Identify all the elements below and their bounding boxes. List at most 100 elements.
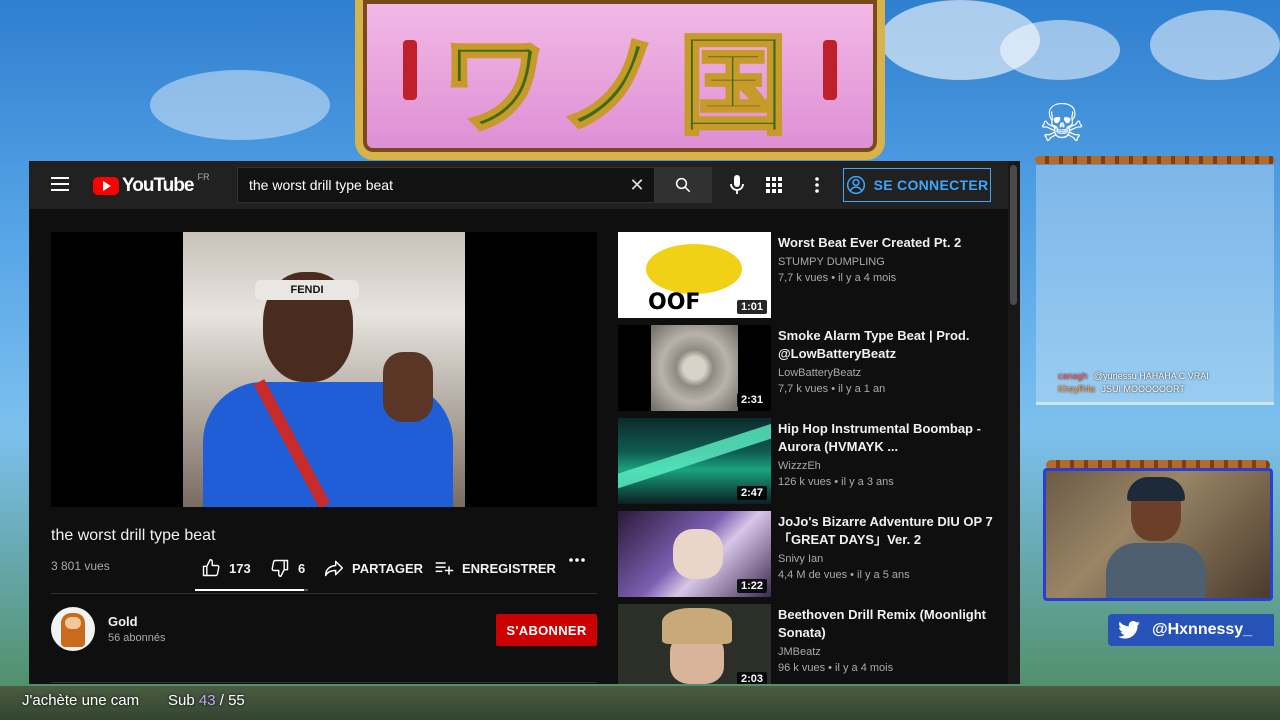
thumbnail-blob [646,244,742,294]
more-actions-button[interactable] [569,558,585,562]
search-box: ✕ [237,167,654,203]
recommendation-title[interactable]: Worst Beat Ever Created Pt. 2 [778,234,993,252]
cloud [150,70,330,140]
youtube-window: YouTube FR ✕ SE CONNECTER [29,161,1020,684]
jolly-roger-icon: ☠ [1038,95,1086,153]
video-frame-headband: FENDI [255,280,359,300]
sub-goal-target: / 55 [219,692,245,709]
more-horizontal-icon [569,558,585,562]
youtube-play-icon [93,177,119,195]
cloud [1150,10,1280,80]
recommendation-channel: LowBatteryBeatz [778,367,862,379]
video-thumbnail[interactable]: 2:03 [618,604,771,684]
video-thumbnail[interactable]: 2:31 [618,325,771,411]
clear-search-icon[interactable]: ✕ [628,176,646,194]
recommendation-channel: JMBeatz [778,646,821,658]
like-ratio-bar [195,589,308,591]
cloud [1000,20,1120,80]
dislike-count: 6 [298,560,306,576]
menu-icon[interactable] [51,177,69,191]
video-duration: 2:31 [736,393,767,407]
search-button[interactable] [654,167,712,203]
video-duration: 2:03 [736,672,767,684]
tassel [823,40,837,100]
video-thumbnail[interactable]: 2:47 [618,418,771,504]
youtube-logo-text: YouTube [122,175,194,196]
recommendation-item[interactable]: 2:47 Hip Hop Instrumental Boombap - Auro… [618,418,998,511]
thumbnail-text: OOF [648,290,701,315]
thumbnail-hat [662,608,732,644]
scrollbar-thumb[interactable] [1010,165,1017,305]
recommendation-channel: Snivy Ian [778,553,824,565]
subscribe-button[interactable]: S'ABONNER [496,614,597,646]
recommendation-meta: 7,7 k vues • il y a 1 an [778,383,886,395]
recommendation-title[interactable]: Hip Hop Instrumental Boombap - Aurora (H… [778,420,993,456]
chat-divider [1036,402,1274,405]
youtube-logo[interactable]: YouTube FR [93,172,210,197]
rope-divider [1035,156,1275,164]
video-duration: 1:01 [736,300,767,314]
sign-in-label: SE CONNECTER [873,177,989,193]
playlist-add-icon [435,562,454,575]
recommendation-item[interactable]: 1:22 JoJo's Bizarre Adventure DIU OP 7「G… [618,511,998,604]
apps-grid-icon[interactable] [764,175,784,195]
thumbs-down-icon [271,559,289,578]
video-title: the worst drill type beat [51,527,216,544]
microphone-icon[interactable] [727,175,747,195]
avatar-face [65,617,81,629]
chat-text: @yunessu HAHAHA C VRAI [1094,371,1209,381]
recommendation-channel: WizzzEh [778,460,821,472]
twitter-tag: @Hxnnessy_ [1108,614,1274,646]
banner-title: ワノ国 [438,20,801,152]
search-input[interactable] [249,177,619,193]
subscriber-count: 56 abonnés [108,632,166,644]
video-frame: FENDI [183,232,465,507]
divider [51,682,597,683]
twitter-handle: @Hxnnessy_ [1152,621,1253,638]
share-label: PARTAGER [352,560,424,576]
video-duration: 1:22 [736,579,767,593]
recommendation-meta: 4,4 M de vues • il y a 5 ans [778,569,910,581]
thumbnail-image [618,418,771,493]
recommendation-title[interactable]: Beethoven Drill Remix (Moonlight Sonata) [778,606,993,642]
sub-goal: Sub 43 / 55 [168,692,245,709]
wano-banner: ワノ国 [355,0,885,160]
like-ratio-fill [195,589,305,591]
channel-avatar[interactable] [51,607,95,651]
video-player[interactable]: FENDI [51,232,597,507]
dislike-button[interactable]: 6 [270,558,305,578]
channel-name[interactable]: Gold [108,614,138,629]
recommendation-meta: 96 k vues • il y a 4 mois [778,662,894,674]
chat-nick: canagh [1058,371,1088,381]
video-duration: 2:47 [736,486,767,500]
chat-message: canagh @yunessu HAHAHA C VRAI [1058,371,1209,381]
recommendation-item[interactable]: OOF 1:01 Worst Beat Ever Created Pt. 2 S… [618,232,998,325]
sign-in-button[interactable]: SE CONNECTER [843,168,991,202]
recommendation-title[interactable]: Smoke Alarm Type Beat | Prod. @LowBatter… [778,327,993,363]
streamer-body [1106,543,1206,598]
video-frame-hand [383,352,433,422]
view-count: 3 801 vues [51,559,110,573]
chat-nick: KheyR4a [1058,384,1096,394]
thumbs-up-icon [202,558,220,577]
share-button[interactable]: PARTAGER [324,558,423,578]
recommendation-title[interactable]: JoJo's Bizarre Adventure DIU OP 7「GREAT … [778,513,993,549]
youtube-header: YouTube FR ✕ SE CONNECTER [29,161,1009,209]
country-code: FR [197,172,210,182]
like-count: 173 [229,560,251,576]
video-thumbnail[interactable]: OOF 1:01 [618,232,771,318]
recommendation-item[interactable]: 2:31 Smoke Alarm Type Beat | Prod. @LowB… [618,325,998,418]
account-icon [846,175,865,195]
chat-text: JSUI MOOOOOORT [1101,384,1185,394]
like-button[interactable]: 173 [201,558,251,578]
chat-message: KheyR4a JSUI MOOOOOORT [1058,384,1185,394]
more-vertical-icon[interactable] [807,175,827,195]
video-thumbnail[interactable]: 1:22 [618,511,771,597]
save-button[interactable]: ENREGISTRER [434,558,556,578]
recommendation-channel: STUMPY DUMPLING [778,256,885,268]
recommendation-meta: 126 k vues • il y a 3 ans [778,476,894,488]
ticker-message: J'achète une cam [22,692,140,709]
search-icon [675,177,691,193]
recommendation-item[interactable]: 2:03 Beethoven Drill Remix (Moonlight So… [618,604,998,684]
thumbnail-image [651,325,738,411]
